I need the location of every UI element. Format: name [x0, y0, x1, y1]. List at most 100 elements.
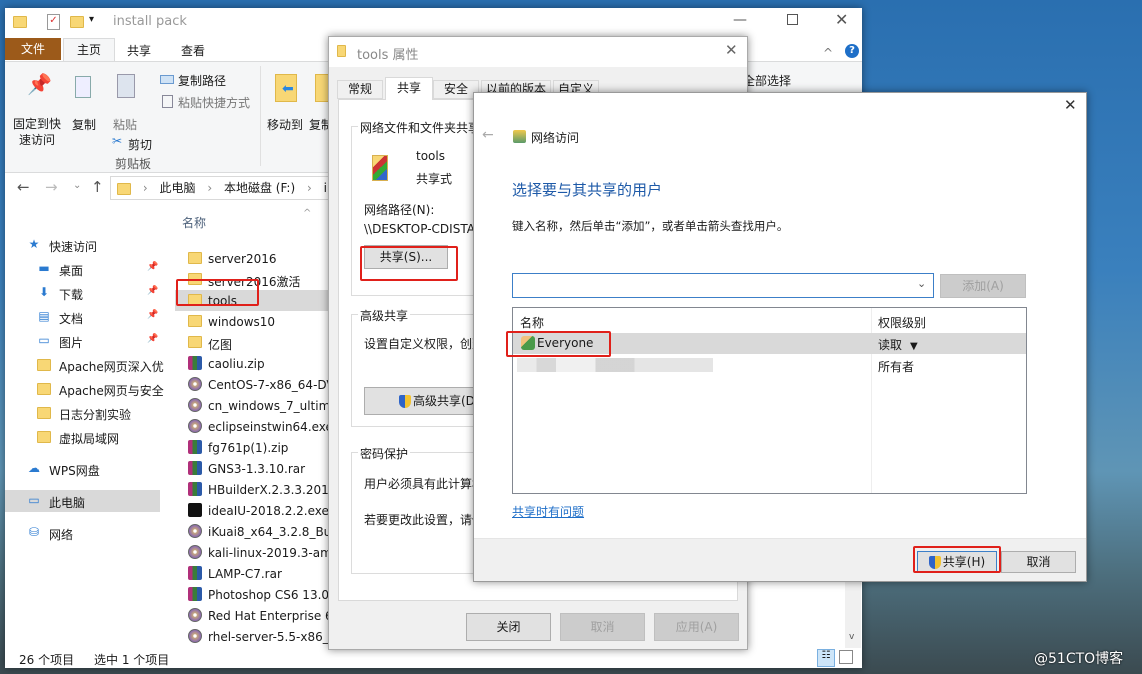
new-folder-quick-icon[interactable]: [70, 16, 84, 28]
nav-item-label: 快速访问: [49, 240, 98, 254]
nav-item[interactable]: 虚拟局域网: [5, 426, 160, 448]
permission-level: 读取: [878, 338, 903, 352]
file-name: kali-linux-2019.3-amd: [208, 546, 340, 560]
group-label: 高级共享: [358, 307, 411, 324]
sharing-help-link[interactable]: 共享时有问题: [512, 503, 584, 520]
nav-item[interactable]: ⛁ 网络: [5, 522, 160, 544]
tab-1[interactable]: 共享: [385, 77, 433, 100]
watermark: @51CTO博客: [1034, 651, 1124, 667]
scroll-down-arrow[interactable]: v: [849, 632, 854, 642]
user-name-input[interactable]: [517, 275, 907, 296]
scissors-icon: ✂: [112, 134, 123, 148]
properties-quick-icon[interactable]: ✓: [47, 14, 60, 30]
nav-item-label: 文档: [59, 312, 84, 326]
paste-button[interactable]: 粘贴: [113, 116, 137, 133]
advanced-sharing-button[interactable]: 高级共享(D: [364, 387, 484, 415]
dialog-heading: 选择要与其共享的用户: [512, 181, 663, 199]
nav-item[interactable]: ★ 快速访问: [5, 234, 160, 256]
tab-0[interactable]: 常规: [337, 80, 383, 99]
details-view-button[interactable]: ☷: [817, 649, 835, 667]
copy-button[interactable]: 复制: [72, 116, 96, 133]
disc-image-icon: [188, 544, 202, 559]
archive-icon: [188, 481, 202, 496]
file-name: Red Hat Enterprise 6.: [208, 609, 337, 623]
tab-home[interactable]: 主页: [63, 38, 115, 61]
status-selected-count: 选中 1 个项目: [94, 653, 170, 667]
forward-button[interactable]: →: [45, 178, 58, 196]
copy-path-button[interactable]: 复制路径: [178, 72, 226, 89]
folder-icon: [37, 382, 51, 395]
cancel-button: 取消: [560, 613, 645, 641]
nav-item-label: 此电脑: [49, 496, 86, 510]
pin-icon[interactable]: 📌: [147, 334, 158, 344]
pin-icon[interactable]: 📌: [147, 286, 158, 296]
copy-icon: [75, 76, 91, 98]
paste-shortcut-button[interactable]: 粘贴快捷方式: [178, 94, 250, 111]
tab-view[interactable]: 查看: [181, 42, 205, 59]
status-item-count: 26 个项目: [19, 653, 75, 667]
folder-icon: [37, 430, 51, 443]
cloud-icon: ☁: [28, 461, 40, 475]
file-name: GNS3-1.3.10.rar: [208, 462, 306, 476]
tab-file[interactable]: 文件: [5, 38, 61, 60]
move-to-button[interactable]: 移动到: [267, 116, 303, 133]
up-button[interactable]: ↑: [91, 178, 104, 196]
paste-shortcut-icon: [162, 95, 173, 108]
close-button[interactable]: ✕: [725, 41, 738, 59]
file-name: rhel-server-5.5-x86_64: [208, 630, 344, 644]
file-name: fg761p(1).zip: [208, 441, 289, 455]
folder-icon: [188, 335, 202, 348]
minimize-button[interactable]: —: [733, 12, 747, 28]
nav-item[interactable]: ☁ WPS网盘: [5, 458, 160, 480]
close-button[interactable]: ✕: [1064, 96, 1077, 114]
breadcrumb-this-pc[interactable]: 此电脑: [159, 181, 195, 195]
user-name-combobox[interactable]: ⌄: [512, 273, 934, 298]
column-header-name[interactable]: 名称: [182, 214, 206, 231]
pin-to-quick-access-button[interactable]: 固定到快速访问: [11, 116, 63, 148]
ribbon-collapse-icon[interactable]: ^: [823, 46, 833, 60]
cancel-button[interactable]: 取消: [1001, 551, 1076, 573]
maximize-button[interactable]: [787, 14, 798, 25]
breadcrumb-sep: ›: [142, 181, 148, 195]
help-icon[interactable]: ?: [845, 44, 859, 58]
chevron-down-icon[interactable]: ⌄: [917, 277, 926, 290]
archive-icon: [188, 460, 202, 475]
large-icons-view-button[interactable]: [839, 650, 853, 664]
move-to-icon: ⬅: [275, 74, 297, 102]
nav-item-label: 日志分割实验: [59, 408, 132, 422]
file-name: LAMP-C7.rar: [208, 567, 282, 581]
column-header-permission[interactable]: 权限级别: [878, 314, 926, 331]
column-header-name[interactable]: 名称: [520, 314, 544, 331]
nav-item[interactable]: ⬇ 下载 📌: [5, 282, 160, 304]
breadcrumb-drive[interactable]: 本地磁盘 (F:): [224, 181, 295, 195]
select-all-button[interactable]: 全部选择: [743, 72, 803, 89]
user-row-owner[interactable]: 所有者: [513, 355, 1026, 376]
uac-shield-icon: [399, 395, 411, 408]
apply-button: 应用(A): [654, 613, 739, 641]
back-button[interactable]: ←: [482, 127, 494, 143]
close-button[interactable]: ✕: [835, 10, 848, 29]
permission-level: 所有者: [878, 360, 915, 374]
add-button: 添加(A): [940, 274, 1026, 298]
nav-item[interactable]: Apache网页与安全: [5, 378, 164, 400]
permission-dropdown[interactable]: 读取 ▼: [878, 336, 918, 353]
cut-button[interactable]: 剪切: [128, 136, 152, 153]
nav-item[interactable]: ▭ 图片 📌: [5, 330, 160, 352]
nav-item[interactable]: ▤ 文档 📌: [5, 306, 160, 328]
nav-item[interactable]: ▭ 此电脑: [5, 490, 160, 512]
dialog-title: tools 属性: [357, 48, 419, 63]
nav-item[interactable]: 日志分割实验: [5, 402, 160, 424]
close-dialog-button[interactable]: 关闭: [466, 613, 551, 641]
pin-icon[interactable]: 📌: [147, 262, 158, 272]
disc-image-icon: [188, 397, 202, 412]
recent-dropdown-button[interactable]: ⌄: [73, 180, 81, 191]
nav-item[interactable]: ▬ 桌面 📌: [5, 258, 160, 280]
quick-access-dropdown-icon[interactable]: ▾: [89, 14, 94, 25]
advanced-sharing-label: 高级共享(D: [413, 394, 475, 408]
nav-item[interactable]: Apache网页深入优: [5, 354, 164, 376]
file-name: HBuilderX.2.3.3.20190: [208, 483, 345, 497]
pin-icon[interactable]: 📌: [147, 310, 158, 320]
network-icon: ⛁: [28, 525, 40, 539]
back-button[interactable]: ←: [17, 178, 30, 196]
tab-share[interactable]: 共享: [127, 42, 151, 59]
